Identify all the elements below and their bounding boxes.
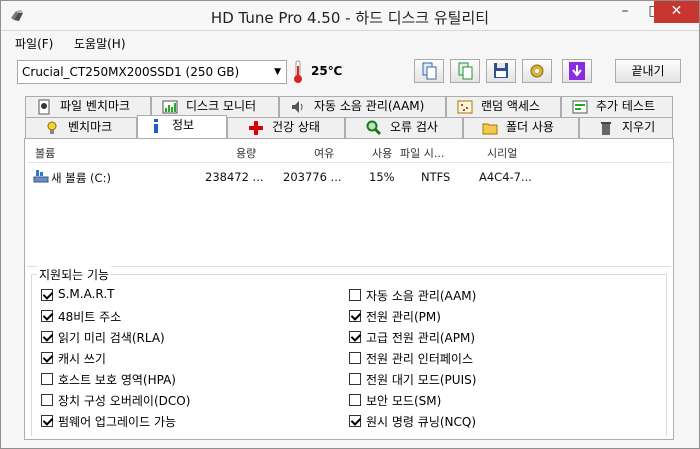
- checkbox-unchecked-icon[interactable]: [41, 394, 53, 406]
- feature-label: 호스트 보호 영역(HPA): [58, 373, 176, 387]
- feature-label: 48비트 주소: [58, 310, 122, 324]
- checkbox-checked-icon[interactable]: [41, 331, 53, 343]
- feature-label: 고급 전원 관리(APM): [366, 331, 476, 345]
- checkbox-unchecked-icon[interactable]: [349, 373, 361, 385]
- copy-icon: [422, 62, 437, 80]
- magnifier-icon: [366, 120, 382, 136]
- tab-aam[interactable]: 자동 소음 관리(AAM): [279, 96, 446, 117]
- drive-select-value: Crucial_CT250MX200SSD1 (250 GB): [22, 65, 240, 79]
- tab-row-bottom: 벤치마크 정보 건강 상태 오류 검사 폴더 사용 지우기: [25, 115, 673, 138]
- drive-select[interactable]: Crucial_CT250MX200SSD1 (250 GB) ▼: [17, 60, 287, 84]
- thermometer-icon: [294, 60, 302, 83]
- options-button[interactable]: [522, 59, 552, 83]
- features-title: 지원되는 기능: [37, 266, 112, 283]
- folder-icon: [482, 123, 498, 135]
- feature-label: 장치 구성 오버레이(DCO): [58, 394, 191, 408]
- col-serial[interactable]: 시리얼: [487, 145, 517, 161]
- tab-health[interactable]: 건강 상태: [227, 117, 345, 138]
- minimize-button[interactable]: –: [611, 1, 639, 23]
- speaker-icon: [292, 101, 303, 113]
- extra-tests-icon: [572, 100, 588, 114]
- save-button[interactable]: [486, 59, 516, 83]
- feature-label: 전원 관리 인터페이스: [366, 352, 473, 366]
- app-window: HD Tune Pro 4.50 - 하드 디스크 유틸리티 – □ ✕ 파일(…: [0, 0, 700, 449]
- volume-capacity: 238472 ...: [205, 170, 264, 184]
- checkbox-checked-icon[interactable]: [349, 310, 361, 322]
- checkbox-unchecked-icon[interactable]: [349, 394, 361, 406]
- volume-name: 새 볼륨 (C:): [51, 171, 111, 185]
- checkbox-checked-icon[interactable]: [41, 310, 53, 322]
- checkbox-unchecked-icon[interactable]: [41, 373, 53, 385]
- gear-icon: [530, 64, 544, 78]
- benchmark-icon: [47, 121, 57, 134]
- volume-serial: A4C4-7...: [479, 170, 532, 184]
- toolbar: Crucial_CT250MX200SSD1 (250 GB) ▼ 25℃ 끝내…: [1, 53, 699, 91]
- download-arrow-icon: [569, 62, 585, 80]
- copy-info-button[interactable]: [414, 59, 444, 83]
- exit-button[interactable]: 끝내기: [615, 59, 681, 83]
- volume-list[interactable]: 볼륨 용량 여유 사용 파일 시... 시리얼 새 볼륨 (C:) 238472…: [27, 141, 671, 267]
- drive-icon: [33, 170, 49, 183]
- tab-extra-tests[interactable]: 추가 테스트: [561, 96, 673, 117]
- volume-used: 15%: [369, 170, 395, 184]
- checkbox-checked-icon[interactable]: [41, 289, 53, 301]
- tab-benchmark[interactable]: 벤치마크: [25, 117, 137, 138]
- supported-features-group: 지원되는 기능 S.M.A.R.T 48비트 주소읽기 미리 검색(RLA) 캐시 …: [27, 266, 671, 437]
- feature-label: 보안 모드(SM): [366, 394, 442, 408]
- feature-label: S.M.A.R.T: [58, 287, 115, 301]
- download-button[interactable]: [562, 59, 592, 83]
- tab-row-top: 파일 벤치마크 디스크 모니터 자동 소음 관리(AAM) 랜덤 액세스 추가 …: [25, 96, 673, 117]
- feature-label: 자동 소음 관리(AAM): [366, 289, 477, 303]
- volume-list-header: 볼륨 용량 여유 사용 파일 시... 시리얼: [27, 141, 671, 163]
- health-cross-icon: [249, 121, 263, 135]
- tab-disk-monitor[interactable]: 디스크 모니터: [151, 96, 279, 117]
- checkbox-unchecked-icon[interactable]: [349, 352, 361, 364]
- copy-all-icon: [458, 62, 473, 80]
- volume-filesystem: NTFS: [421, 170, 451, 184]
- window-title: HD Tune Pro 4.50 - 하드 디스크 유틸리티: [210, 9, 490, 27]
- tab-error-scan[interactable]: 오류 검사: [345, 117, 463, 138]
- feature-label: 캐시 쓰기: [58, 352, 106, 366]
- feature-label: 전원 대기 모드(PUIS): [366, 373, 477, 387]
- tab-file-benchmark[interactable]: 파일 벤치마크: [25, 96, 151, 117]
- title-bar: HD Tune Pro 4.50 - 하드 디스크 유틸리티 – □ ✕: [1, 1, 699, 31]
- info-icon: [154, 119, 158, 133]
- feature-label: 펌웨어 업그레이드 가능: [58, 415, 177, 429]
- feature-label: 읽기 미리 검색(RLA): [58, 331, 165, 345]
- chevron-down-icon: ▼: [274, 67, 281, 77]
- col-used[interactable]: 사용: [372, 145, 392, 161]
- checkbox-unchecked-icon[interactable]: [349, 289, 361, 301]
- col-capacity[interactable]: 용량: [236, 145, 256, 161]
- checkbox-checked-icon[interactable]: [349, 331, 361, 343]
- col-filesystem[interactable]: 파일 시...: [400, 145, 444, 161]
- col-volume[interactable]: 볼륨: [35, 145, 55, 161]
- copy-all-button[interactable]: [450, 59, 480, 83]
- file-benchmark-icon: [38, 99, 50, 115]
- checkbox-checked-icon[interactable]: [41, 415, 53, 427]
- tab-erase[interactable]: 지우기: [579, 117, 673, 138]
- col-free[interactable]: 여유: [314, 145, 334, 161]
- close-button[interactable]: ✕: [654, 1, 699, 23]
- floppy-save-icon: [494, 63, 508, 78]
- tab-random-access[interactable]: 랜덤 액세스: [446, 96, 561, 117]
- menu-file[interactable]: 파일(F): [15, 35, 53, 52]
- menu-bar: 파일(F) 도움말(H): [1, 31, 699, 53]
- tab-folder-usage[interactable]: 폴더 사용: [463, 117, 579, 138]
- temperature-readout: 25℃: [311, 64, 343, 78]
- tab-info[interactable]: 정보: [137, 115, 227, 138]
- disk-monitor-icon: [162, 100, 178, 114]
- random-access-icon: [457, 100, 473, 114]
- trash-icon: [601, 122, 611, 135]
- menu-help[interactable]: 도움말(H): [74, 35, 126, 52]
- checkbox-checked-icon[interactable]: [41, 352, 53, 364]
- feature-label: 원시 명령 큐닝(NCQ): [366, 415, 477, 429]
- volume-free: 203776 ...: [283, 170, 342, 184]
- feature-label: 전원 관리(PM): [366, 310, 441, 324]
- checkbox-checked-icon[interactable]: [349, 415, 361, 427]
- info-panel: 볼륨 용량 여유 사용 파일 시... 시리얼 새 볼륨 (C:) 238472…: [24, 138, 674, 440]
